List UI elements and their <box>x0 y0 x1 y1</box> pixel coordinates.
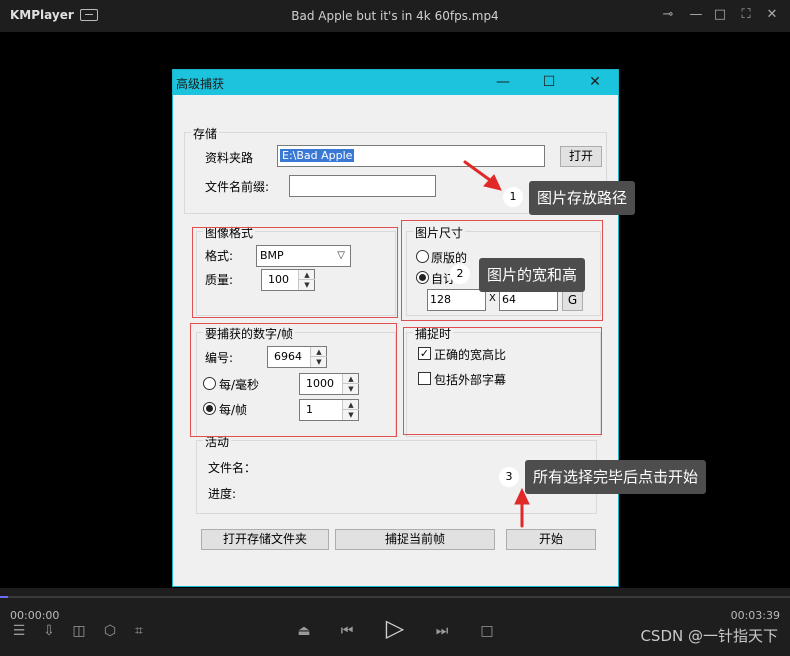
advanced-capture-dialog: 高级捕获 — ☐ ✕ 存储 资料夹路 E:\Bad Apple 打开 文件名前缀… <box>172 69 619 587</box>
fullscreen-icon[interactable]: ⛶ <box>738 7 754 23</box>
folder-path-label: 资料夹路 <box>205 151 254 165</box>
folder-path-input[interactable]: E:\Bad Apple <box>277 145 545 167</box>
control-bar: 00:00:00 00:03:39 ☰ ⇩ ◫ ⬡ ⌗ ⏏ ⏮ ▷ ⏭ □ CS… <box>0 588 790 656</box>
filename-prefix-input[interactable] <box>289 175 436 197</box>
time-current: 00:00:00 <box>10 609 60 622</box>
stop-icon[interactable]: □ <box>479 623 495 639</box>
seek-bar[interactable] <box>0 596 790 598</box>
next-icon[interactable]: ⏭ <box>434 623 450 639</box>
close-icon[interactable]: ✕ <box>764 7 780 23</box>
open-folder-picker-button[interactable]: 打开 <box>560 146 602 167</box>
3d-icon[interactable]: ⬡ <box>102 623 118 639</box>
playlist-icon[interactable]: ☰ <box>11 623 27 639</box>
activity-progress-label: 进度: <box>208 487 237 501</box>
time-total: 00:03:39 <box>730 609 780 622</box>
minimize-icon[interactable]: — <box>688 7 704 23</box>
folder-path-value: E:\Bad Apple <box>280 149 355 162</box>
dialog-title: 高级捕获 <box>176 77 225 91</box>
annotation-callout-3: 所有选择完毕后点击开始 <box>525 460 707 494</box>
storage-group-label: 存储 <box>191 125 220 142</box>
highlight-box-capture-time <box>403 327 602 435</box>
watermark: CSDN @一针指天下 <box>640 627 778 645</box>
dialog-titlebar: 高级捕获 — ☐ ✕ <box>173 70 618 95</box>
previous-icon[interactable]: ⏮ <box>339 623 355 639</box>
vr-icon[interactable]: ◫ <box>71 623 87 639</box>
pin-icon[interactable]: ⊸ <box>660 7 676 23</box>
dialog-close-icon[interactable]: ✕ <box>572 70 618 95</box>
dialog-minimize-icon[interactable]: — <box>480 70 526 95</box>
dialog-maximize-icon[interactable]: ☐ <box>526 70 572 95</box>
activity-filename-label: 文件名： <box>208 461 257 475</box>
seek-bar-fill <box>0 596 8 598</box>
annotation-badge-3: 3 <box>499 467 519 487</box>
annotation-callout-2: 图片的宽和高 <box>479 258 586 292</box>
annotation-callout-1: 图片存放路径 <box>529 181 636 215</box>
restore-icon[interactable]: □ <box>712 7 728 23</box>
highlight-box-format <box>192 227 398 318</box>
filename-prefix-label: 文件名前缀: <box>205 180 270 194</box>
player-titlebar: KMPlayer Bad Apple but it's in 4k 60fps.… <box>0 0 790 32</box>
eject-icon[interactable]: ⏏ <box>296 623 312 639</box>
highlight-box-frames <box>190 323 397 437</box>
annotation-badge-2: 2 <box>450 264 470 284</box>
capture-current-frame-button[interactable]: 捕捉当前帧 <box>335 529 495 550</box>
annotation-badge-1: 1 <box>503 187 523 207</box>
play-icon[interactable]: ▷ <box>381 614 409 642</box>
start-button[interactable]: 开始 <box>506 529 596 550</box>
capture-icon[interactable]: ⌗ <box>131 623 147 639</box>
download-icon[interactable]: ⇩ <box>41 623 57 639</box>
open-storage-folder-button[interactable]: 打开存储文件夹 <box>201 529 329 550</box>
